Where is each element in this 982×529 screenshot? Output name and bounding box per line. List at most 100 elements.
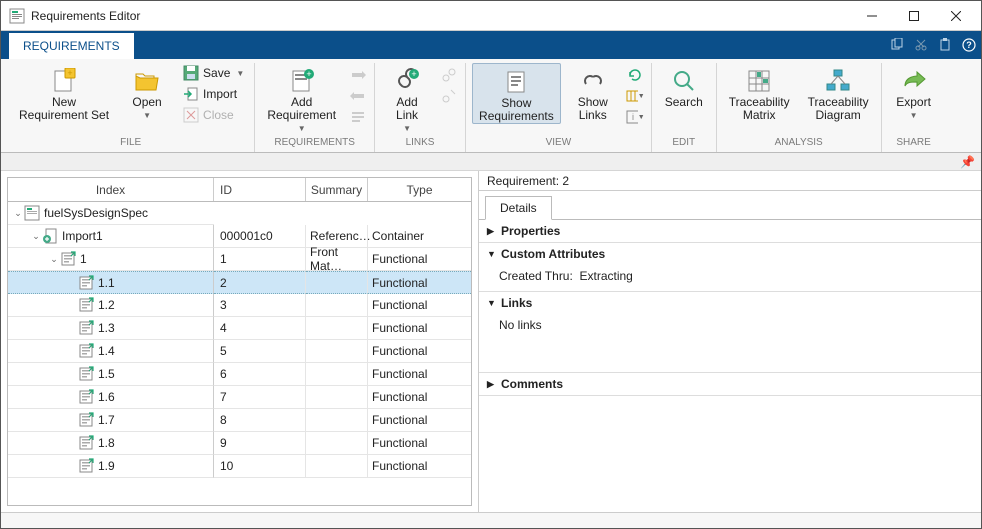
columns-icon[interactable]: ▼	[625, 86, 645, 106]
row-index: 1.1	[98, 276, 115, 290]
demote-icon	[348, 86, 368, 106]
row-id: 10	[214, 455, 306, 478]
svg-text:?: ?	[966, 40, 972, 50]
table-row[interactable]: ⌄ fuelSysDesignSpec	[8, 202, 471, 225]
row-type: Functional	[368, 271, 471, 294]
row-type: Functional	[368, 409, 471, 432]
justify-icon	[348, 107, 368, 127]
expand-arrow[interactable]: ⌄	[48, 254, 60, 265]
row-id: 000001c0	[214, 225, 306, 248]
tree-panel: Index ID Summary Type ⌄fuelSysDesignSpec…	[1, 171, 479, 512]
close-button-file: Close	[179, 105, 248, 125]
comments-header[interactable]: ▶Comments	[479, 373, 981, 395]
section-custom-attributes: ▼Custom Attributes Created Thru: Extract…	[479, 243, 981, 292]
open-button[interactable]: Open ▼	[121, 63, 173, 120]
refresh-icon[interactable]	[625, 65, 645, 85]
links-header[interactable]: ▼Links	[479, 292, 981, 314]
table-row[interactable]: 1.67Functional	[8, 386, 471, 409]
traceability-diagram-button[interactable]: Traceability Diagram	[802, 63, 875, 122]
traceability-matrix-button[interactable]: Traceability Matrix	[723, 63, 796, 122]
promote-icon	[348, 65, 368, 85]
export-button[interactable]: Export ▼	[888, 63, 940, 120]
cut-icon[interactable]	[909, 31, 933, 59]
reqset-icon	[24, 205, 40, 221]
table-row[interactable]: 1.89Functional	[8, 432, 471, 455]
section-comments: ▶Comments	[479, 373, 981, 396]
close-button[interactable]	[935, 2, 977, 30]
req-icon	[78, 320, 94, 336]
created-thru-label: Created Thru:	[499, 269, 573, 283]
ribbon: + New Requirement Set Open ▼ Save▼ Impor…	[1, 59, 981, 153]
table-row[interactable]: ⌄11Front Mat…Functional	[8, 248, 471, 271]
expand-arrow[interactable]: ⌄	[12, 208, 24, 219]
table-row[interactable]: 1.56Functional	[8, 363, 471, 386]
pin-icon[interactable]: 📌	[960, 155, 975, 169]
tree-header: Index ID Summary Type	[8, 178, 471, 202]
table-row[interactable]: 1.34Functional	[8, 317, 471, 340]
custom-attributes-header[interactable]: ▼Custom Attributes	[479, 243, 981, 265]
row-type: Functional	[368, 294, 471, 317]
row-index: 1	[80, 252, 87, 266]
created-thru-value: Extracting	[580, 269, 633, 283]
table-row[interactable]: 1.78Functional	[8, 409, 471, 432]
help-icon[interactable]: ?	[957, 31, 981, 59]
req-icon	[60, 251, 76, 267]
add-link-button[interactable]: + Add Link ▼	[381, 63, 433, 133]
tab-details[interactable]: Details	[485, 196, 552, 220]
row-summary	[306, 363, 368, 386]
row-id: 3	[214, 294, 306, 317]
header-index[interactable]: Index	[8, 178, 214, 201]
show-links-button[interactable]: Show Links	[567, 63, 619, 122]
add-requirement-button[interactable]: + Add Requirement ▼	[261, 63, 342, 133]
import-button[interactable]: Import	[179, 84, 248, 104]
tab-requirements[interactable]: REQUIREMENTS	[9, 31, 134, 59]
row-id: 6	[214, 363, 306, 386]
import-icon	[42, 228, 58, 244]
row-summary	[306, 432, 368, 455]
row-type: Functional	[368, 317, 471, 340]
new-requirement-set-button[interactable]: + New Requirement Set	[13, 63, 115, 122]
req-icon	[78, 297, 94, 313]
window-title: Requirements Editor	[31, 9, 851, 23]
row-index: 1.8	[98, 436, 115, 450]
quick-access-bar: 📌	[1, 153, 981, 171]
group-view: Show Requirements Show Links ▼ i▼ VIEW	[466, 63, 652, 152]
table-row[interactable]: ⌄Import1000001c0Referenc…Container	[8, 225, 471, 248]
row-index: fuelSysDesignSpec	[44, 206, 148, 220]
table-row[interactable]: 1.45Functional	[8, 340, 471, 363]
save-button[interactable]: Save▼	[179, 63, 248, 83]
unlink-mini-icon	[439, 86, 459, 106]
info-icon[interactable]: i▼	[625, 107, 645, 127]
details-tabs: Details	[479, 191, 981, 220]
header-id[interactable]: ID	[214, 178, 306, 201]
group-requirements: + Add Requirement ▼ REQUIREMENTS	[255, 63, 375, 152]
row-type: Functional	[368, 432, 471, 455]
row-index: 1.9	[98, 459, 115, 473]
row-id: 5	[214, 340, 306, 363]
header-type[interactable]: Type	[368, 178, 471, 201]
row-type: Functional	[368, 455, 471, 478]
paste-icon[interactable]	[933, 31, 957, 59]
row-summary	[306, 340, 368, 363]
table-row[interactable]: 1.2 3 Functional	[8, 294, 471, 317]
status-bar	[1, 512, 981, 528]
expand-arrow[interactable]: ⌄	[30, 231, 42, 242]
svg-text:+: +	[67, 68, 72, 78]
row-type: Functional	[368, 340, 471, 363]
search-button[interactable]: Search	[658, 63, 710, 109]
details-panel: Requirement: 2 Details ▶Properties ▼Cust…	[479, 171, 981, 512]
row-index: 1.2	[98, 298, 115, 312]
svg-text:+: +	[306, 69, 311, 79]
req-icon	[78, 458, 94, 474]
header-summary[interactable]: Summary	[306, 178, 368, 201]
minimize-button[interactable]	[851, 2, 893, 30]
maximize-button[interactable]	[893, 2, 935, 30]
table-row[interactable]: 1.9 10 Functional	[8, 455, 471, 478]
show-requirements-button[interactable]: Show Requirements	[472, 63, 561, 124]
row-summary	[306, 294, 368, 317]
copy-icon[interactable]	[885, 31, 909, 59]
ribbon-tabstrip: REQUIREMENTS ?	[1, 31, 981, 59]
row-summary	[306, 409, 368, 432]
properties-header[interactable]: ▶Properties	[479, 220, 981, 242]
table-row[interactable]: 1.12Functional	[8, 271, 471, 294]
